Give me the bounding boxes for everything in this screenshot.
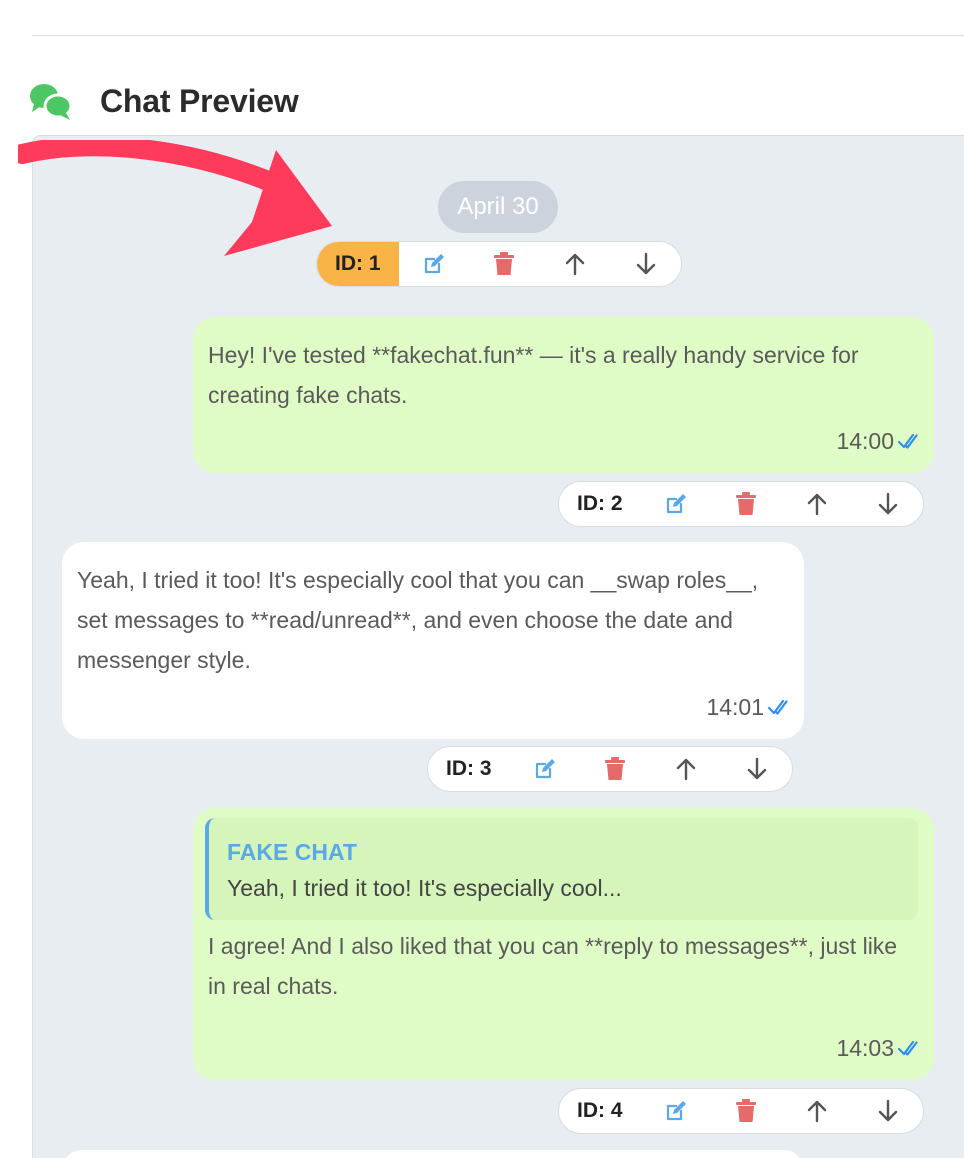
move-down-button[interactable] [852,1089,923,1133]
top-divider [32,35,964,36]
section-title: Chat Preview [100,82,299,119]
move-down-icon [636,252,655,275]
edit-icon [424,254,444,274]
move-up-button[interactable] [782,482,853,526]
message-text: I agree! And I also liked that you can *… [208,933,898,999]
message-id-badge[interactable]: ID: 2 [559,482,641,526]
move-up-button[interactable] [540,242,611,286]
delete-icon [605,757,626,780]
edit-icon [666,1101,686,1121]
edit-icon [666,494,686,514]
move-up-icon [807,493,827,516]
move-down-button[interactable] [852,482,923,526]
message-id-badge[interactable]: ID: 3 [428,747,510,791]
message-text: Hey! I've tested **fakechat.fun** — it's… [208,342,859,408]
reply-author: FAKE CHAT [227,839,357,865]
incoming-message[interactable]: Yeah, I tried it too! It's especially co… [62,542,804,739]
message-toolbar: ID: 2 [558,481,924,527]
edit-icon [535,759,555,779]
section-header: Chat Preview [28,76,299,126]
double-check-icon [898,1040,918,1056]
move-up-icon [807,1100,827,1123]
outgoing-message[interactable]: Hey! I've tested **fakechat.fun** — it's… [193,317,934,473]
move-up-icon [565,253,585,276]
delete-icon [736,492,757,515]
move-up-icon [676,758,696,781]
message-toolbar: ID: 1 [316,241,682,287]
move-down-button[interactable] [721,747,792,791]
double-check-icon [898,433,918,449]
message-time: 14:00 [836,428,894,454]
edit-button[interactable] [641,1089,712,1133]
message-id-badge[interactable]: ID: 1 [317,242,399,286]
delete-icon [736,1099,757,1122]
move-down-button[interactable] [610,242,681,286]
edit-button[interactable] [510,747,581,791]
message-toolbar: ID: 3 [427,746,793,792]
outgoing-message[interactable]: FAKE CHAT Yeah, I tried it too! It's esp… [193,808,934,1080]
incoming-message[interactable] [62,1150,804,1158]
message-id-badge[interactable]: ID: 4 [559,1089,641,1133]
chat-bubbles-icon [28,78,76,124]
message-toolbar: ID: 4 [558,1088,924,1134]
reply-quote[interactable]: FAKE CHAT Yeah, I tried it too! It's esp… [205,818,918,920]
delete-button[interactable] [580,747,651,791]
move-up-button[interactable] [782,1089,853,1133]
move-down-icon [878,492,897,515]
message-time: 14:03 [836,1035,894,1061]
delete-button[interactable] [711,1089,782,1133]
move-down-icon [878,1099,897,1122]
reply-text: Yeah, I tried it too! It's especially co… [227,875,622,901]
message-meta: 14:03 [836,1035,920,1062]
message-meta: 14:01 [706,694,790,721]
move-down-icon [747,757,766,780]
message-time: 14:01 [706,694,764,720]
delete-button[interactable] [711,482,782,526]
delete-button[interactable] [469,242,540,286]
edit-button[interactable] [641,482,712,526]
message-text: Yeah, I tried it too! It's especially co… [77,567,759,673]
edit-button[interactable] [399,242,470,286]
move-up-button[interactable] [651,747,722,791]
date-separator: April 30 [438,181,558,233]
double-check-icon [768,699,788,715]
message-meta: 14:00 [836,428,920,455]
delete-icon [494,252,515,275]
